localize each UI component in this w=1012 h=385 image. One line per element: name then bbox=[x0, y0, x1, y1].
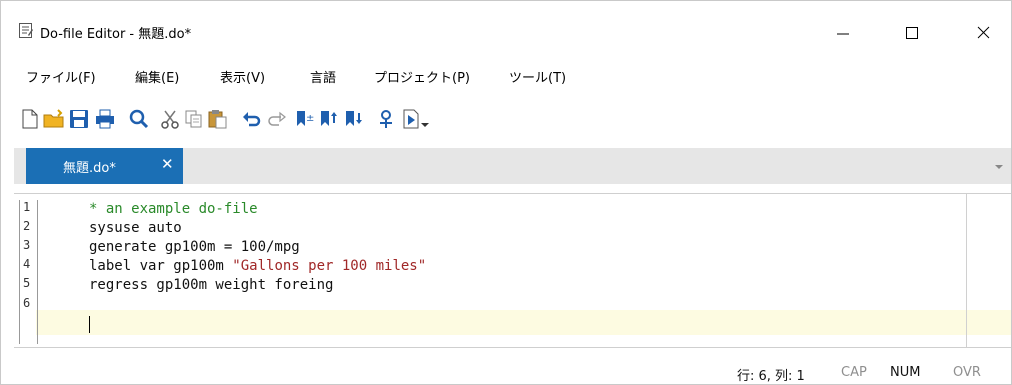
line-number: 4 bbox=[23, 257, 31, 271]
tab-untitled-do[interactable]: 無題.do* ✕ bbox=[26, 148, 183, 184]
line-number: 5 bbox=[23, 276, 31, 290]
execute-dropdown-button[interactable] bbox=[419, 108, 431, 130]
previous-bookmark-button[interactable] bbox=[318, 108, 340, 130]
menu-language[interactable]: 言語 bbox=[310, 67, 336, 86]
new-file-icon bbox=[22, 109, 38, 129]
menu-view[interactable]: 表示(V) bbox=[220, 67, 265, 86]
code-line: label var gp100m "Gallons per 100 miles" bbox=[89, 258, 426, 277]
cut-button[interactable] bbox=[159, 108, 181, 130]
maximize-button[interactable] bbox=[887, 13, 933, 49]
find-icon bbox=[129, 109, 149, 129]
find-button[interactable] bbox=[128, 108, 150, 130]
print-button[interactable] bbox=[94, 108, 116, 130]
print-icon bbox=[96, 109, 114, 129]
document-tab-strip: 無題.do* ✕ bbox=[14, 148, 1011, 184]
paste-icon bbox=[208, 110, 227, 129]
status-overwrite: OVR bbox=[953, 365, 981, 380]
close-icon bbox=[977, 26, 990, 39]
open-folder-icon bbox=[43, 109, 64, 128]
show-file-in-viewer-icon bbox=[380, 110, 392, 128]
tab-list-dropdown-icon[interactable] bbox=[994, 163, 1004, 171]
next-bookmark-button[interactable] bbox=[343, 108, 365, 130]
undo-icon bbox=[243, 112, 261, 127]
code-line: * an example do-file bbox=[89, 201, 258, 217]
show-file-in-viewer-button[interactable] bbox=[375, 108, 397, 130]
window-title: Do-file Editor - 無題.do* bbox=[40, 27, 192, 42]
code-line: generate gp100m = 100/mpg bbox=[89, 239, 300, 255]
code-editor[interactable]: 1 2 3 4 5 6 * an example do-file sysuse … bbox=[14, 193, 1011, 348]
current-line-highlight bbox=[36, 310, 1011, 335]
cut-icon bbox=[161, 110, 179, 129]
line-number: 1 bbox=[23, 200, 31, 214]
toggle-bookmark-button[interactable]: ± bbox=[294, 108, 316, 130]
close-button[interactable] bbox=[957, 13, 1003, 49]
open-button[interactable] bbox=[43, 108, 65, 130]
status-cursor-position: 行: 6, 列: 1 bbox=[737, 369, 805, 384]
do-file-editor-window: Do-file Editor - 無題.do* ファイル(F) 編集(E) 表示… bbox=[0, 0, 1012, 385]
minimize-icon bbox=[837, 33, 849, 35]
status-caps-lock: CAP bbox=[841, 365, 867, 380]
do-file-editor-app-icon bbox=[19, 23, 33, 38]
undo-button[interactable] bbox=[241, 108, 263, 130]
new-file-button[interactable] bbox=[19, 108, 41, 130]
save-icon bbox=[70, 110, 88, 128]
next-bookmark-icon bbox=[346, 111, 362, 126]
line-number: 6 bbox=[23, 296, 31, 310]
edge-guide-line bbox=[966, 194, 967, 347]
tab-label: 無題.do* bbox=[63, 161, 116, 176]
toolbar: ± bbox=[1, 100, 1011, 134]
redo-button[interactable] bbox=[265, 108, 287, 130]
previous-bookmark-icon bbox=[321, 111, 337, 126]
maximize-icon bbox=[906, 27, 918, 39]
svg-text:±: ± bbox=[306, 113, 314, 124]
menu-tools[interactable]: ツール(T) bbox=[509, 67, 566, 86]
text-caret bbox=[89, 316, 90, 333]
menu-project[interactable]: プロジェクト(P) bbox=[374, 67, 470, 86]
save-button[interactable] bbox=[68, 108, 90, 130]
title-bar[interactable]: Do-file Editor - 無題.do* bbox=[1, 1, 1011, 56]
menu-bar: ファイル(F) 編集(E) 表示(V) 言語 プロジェクト(P) ツール(T) bbox=[1, 65, 1011, 87]
paste-button[interactable] bbox=[207, 108, 229, 130]
toggle-bookmark-icon: ± bbox=[297, 111, 314, 126]
redo-icon bbox=[268, 111, 286, 126]
copy-button[interactable] bbox=[183, 108, 205, 130]
menu-file[interactable]: ファイル(F) bbox=[26, 67, 96, 86]
menu-edit[interactable]: 編集(E) bbox=[135, 67, 179, 86]
execute-dropdown-icon bbox=[421, 123, 429, 127]
line-number: 3 bbox=[23, 238, 31, 252]
status-num-lock: NUM bbox=[890, 365, 921, 380]
minimize-button[interactable] bbox=[827, 13, 873, 49]
code-line: regress gp100m weight foreing bbox=[89, 277, 334, 293]
copy-icon bbox=[185, 110, 202, 128]
string-literal: "Gallons per 100 miles" bbox=[232, 258, 427, 274]
code-line: sysuse auto bbox=[89, 220, 182, 236]
line-number-gutter: 1 2 3 4 5 6 bbox=[19, 200, 38, 344]
code-text: label var gp100m bbox=[89, 258, 233, 274]
tab-close-icon[interactable]: ✕ bbox=[161, 155, 174, 173]
line-number: 2 bbox=[23, 219, 31, 233]
